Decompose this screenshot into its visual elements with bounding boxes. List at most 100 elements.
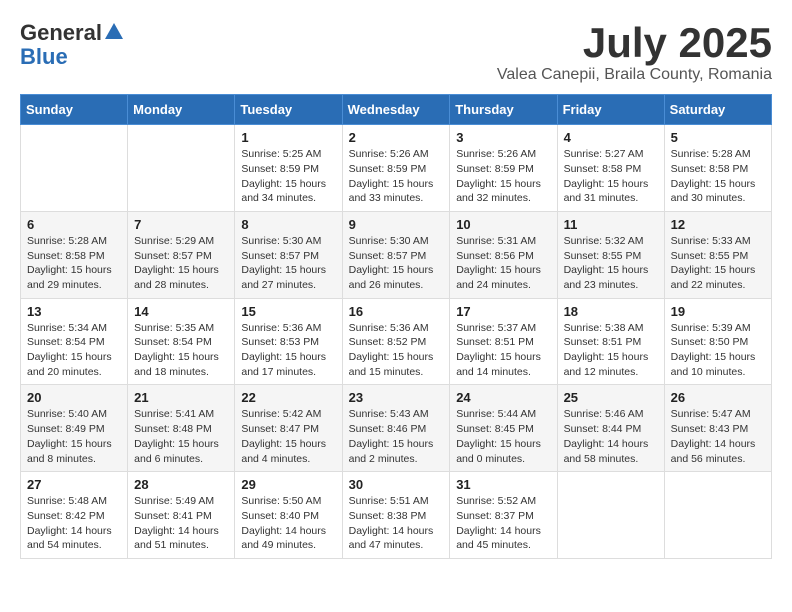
logo-general: General [20,20,102,46]
col-friday: Friday [557,95,664,125]
day-info: Sunrise: 5:30 AM Sunset: 8:57 PM Dayligh… [241,234,335,293]
table-row: 21 Sunrise: 5:41 AM Sunset: 8:48 PM Dayli… [128,385,235,472]
table-row: 18 Sunrise: 5:38 AM Sunset: 8:51 PM Dayli… [557,298,664,385]
col-tuesday: Tuesday [235,95,342,125]
logo: General Blue [20,20,123,68]
calendar-week-row: 13Sunrise: 5:34 AM Sunset: 8:54 PM Dayli… [21,298,772,385]
day-number: 23 [349,390,444,405]
day-number: 4 [564,130,658,145]
table-row: 31 Sunrise: 5:52 AM Sunset: 8:37 PM Dayli… [450,472,557,559]
day-number: 15 [241,304,335,319]
location: Valea Canepii, Braila County, Romania [497,66,772,84]
table-row: 23Sunrise: 5:43 AM Sunset: 8:46 PM Dayli… [342,385,450,472]
day-number: 21 [134,390,228,405]
day-number: 1 [241,130,335,145]
month-year: July 2025 [497,20,772,66]
table-row: 28 Sunrise: 5:49 AM Sunset: 8:41 PM Dayli… [128,472,235,559]
day-number: 12 [671,217,765,232]
day-number: 17 [456,304,550,319]
day-info: Sunrise: 5:31 AM Sunset: 8:56 PM Dayligh… [456,234,550,293]
day-number: 18 [564,304,658,319]
day-number: 14 [134,304,228,319]
day-number: 22 [241,390,335,405]
table-row: 14 Sunrise: 5:35 AM Sunset: 8:54 PM Dayli… [128,298,235,385]
day-number: 7 [134,217,228,232]
day-info: Sunrise: 5:38 AM Sunset: 8:51 PM Dayligh… [564,321,658,380]
table-row: 29 Sunrise: 5:50 AM Sunset: 8:40 PM Dayli… [235,472,342,559]
calendar-week-row: 6 Sunrise: 5:28 AM Sunset: 8:58 PM Daylig… [21,211,772,298]
day-info: Sunrise: 5:47 AM Sunset: 8:43 PM Dayligh… [671,407,765,466]
day-info: Sunrise: 5:39 AM Sunset: 8:50 PM Dayligh… [671,321,765,380]
day-number: 11 [564,217,658,232]
table-row: 15 Sunrise: 5:36 AM Sunset: 8:53 PM Dayli… [235,298,342,385]
day-info: Sunrise: 5:44 AM Sunset: 8:45 PM Dayligh… [456,407,550,466]
day-info: Sunrise: 5:27 AM Sunset: 8:58 PM Dayligh… [564,147,658,206]
calendar-week-row: 1 Sunrise: 5:25 AM Sunset: 8:59 PM Daylig… [21,125,772,212]
day-info: Sunrise: 5:29 AM Sunset: 8:57 PM Dayligh… [134,234,228,293]
day-number: 25 [564,390,658,405]
table-row: 8 Sunrise: 5:30 AM Sunset: 8:57 PM Daylig… [235,211,342,298]
day-number: 3 [456,130,550,145]
day-number: 27 [27,477,121,492]
day-info: Sunrise: 5:25 AM Sunset: 8:59 PM Dayligh… [241,147,335,206]
day-number: 13 [27,304,121,319]
table-row: 6 Sunrise: 5:28 AM Sunset: 8:58 PM Daylig… [21,211,128,298]
day-info: Sunrise: 5:46 AM Sunset: 8:44 PM Dayligh… [564,407,658,466]
day-number: 20 [27,390,121,405]
day-number: 16 [349,304,444,319]
day-number: 26 [671,390,765,405]
page-header: General Blue July 2025 Valea Canepii, Br… [20,20,772,84]
day-info: Sunrise: 5:33 AM Sunset: 8:55 PM Dayligh… [671,234,765,293]
table-row: 30Sunrise: 5:51 AM Sunset: 8:38 PM Dayli… [342,472,450,559]
day-info: Sunrise: 5:48 AM Sunset: 8:42 PM Dayligh… [27,494,121,553]
col-thursday: Thursday [450,95,557,125]
title-section: July 2025 Valea Canepii, Braila County, … [497,20,772,84]
day-number: 8 [241,217,335,232]
table-row: 25 Sunrise: 5:46 AM Sunset: 8:44 PM Dayli… [557,385,664,472]
day-number: 10 [456,217,550,232]
logo-arrow [105,23,123,44]
table-row: 11 Sunrise: 5:32 AM Sunset: 8:55 PM Dayli… [557,211,664,298]
day-info: Sunrise: 5:28 AM Sunset: 8:58 PM Dayligh… [671,147,765,206]
col-monday: Monday [128,95,235,125]
table-row: 27 Sunrise: 5:48 AM Sunset: 8:42 PM Dayli… [21,472,128,559]
day-number: 30 [349,477,444,492]
table-row [21,125,128,212]
day-number: 29 [241,477,335,492]
day-number: 5 [671,130,765,145]
day-info: Sunrise: 5:35 AM Sunset: 8:54 PM Dayligh… [134,321,228,380]
table-row: 13Sunrise: 5:34 AM Sunset: 8:54 PM Dayli… [21,298,128,385]
day-info: Sunrise: 5:52 AM Sunset: 8:37 PM Dayligh… [456,494,550,553]
day-number: 2 [349,130,444,145]
table-row: 17 Sunrise: 5:37 AM Sunset: 8:51 PM Dayli… [450,298,557,385]
day-number: 28 [134,477,228,492]
table-row: 4 Sunrise: 5:27 AM Sunset: 8:58 PM Daylig… [557,125,664,212]
day-info: Sunrise: 5:41 AM Sunset: 8:48 PM Dayligh… [134,407,228,466]
col-wednesday: Wednesday [342,95,450,125]
table-row: 10 Sunrise: 5:31 AM Sunset: 8:56 PM Dayli… [450,211,557,298]
day-number: 6 [27,217,121,232]
table-row: 20Sunrise: 5:40 AM Sunset: 8:49 PM Dayli… [21,385,128,472]
day-info: Sunrise: 5:32 AM Sunset: 8:55 PM Dayligh… [564,234,658,293]
day-info: Sunrise: 5:30 AM Sunset: 8:57 PM Dayligh… [349,234,444,293]
table-row: 3Sunrise: 5:26 AM Sunset: 8:59 PM Daylig… [450,125,557,212]
calendar-header-row: Sunday Monday Tuesday Wednesday Thursday… [21,95,772,125]
day-info: Sunrise: 5:50 AM Sunset: 8:40 PM Dayligh… [241,494,335,553]
day-info: Sunrise: 5:37 AM Sunset: 8:51 PM Dayligh… [456,321,550,380]
calendar-week-row: 27 Sunrise: 5:48 AM Sunset: 8:42 PM Dayli… [21,472,772,559]
day-info: Sunrise: 5:49 AM Sunset: 8:41 PM Dayligh… [134,494,228,553]
table-row: 22Sunrise: 5:42 AM Sunset: 8:47 PM Dayli… [235,385,342,472]
table-row: 7 Sunrise: 5:29 AM Sunset: 8:57 PM Daylig… [128,211,235,298]
day-info: Sunrise: 5:28 AM Sunset: 8:58 PM Dayligh… [27,234,121,293]
table-row: 9Sunrise: 5:30 AM Sunset: 8:57 PM Daylig… [342,211,450,298]
day-number: 19 [671,304,765,319]
table-row: 19 Sunrise: 5:39 AM Sunset: 8:50 PM Dayli… [664,298,771,385]
table-row: 2 Sunrise: 5:26 AM Sunset: 8:59 PM Daylig… [342,125,450,212]
day-info: Sunrise: 5:26 AM Sunset: 8:59 PM Dayligh… [349,147,444,206]
calendar-table: Sunday Monday Tuesday Wednesday Thursday… [20,94,772,559]
table-row: 16Sunrise: 5:36 AM Sunset: 8:52 PM Dayli… [342,298,450,385]
day-info: Sunrise: 5:36 AM Sunset: 8:53 PM Dayligh… [241,321,335,380]
table-row: 12 Sunrise: 5:33 AM Sunset: 8:55 PM Dayli… [664,211,771,298]
day-number: 31 [456,477,550,492]
table-row: 1 Sunrise: 5:25 AM Sunset: 8:59 PM Daylig… [235,125,342,212]
